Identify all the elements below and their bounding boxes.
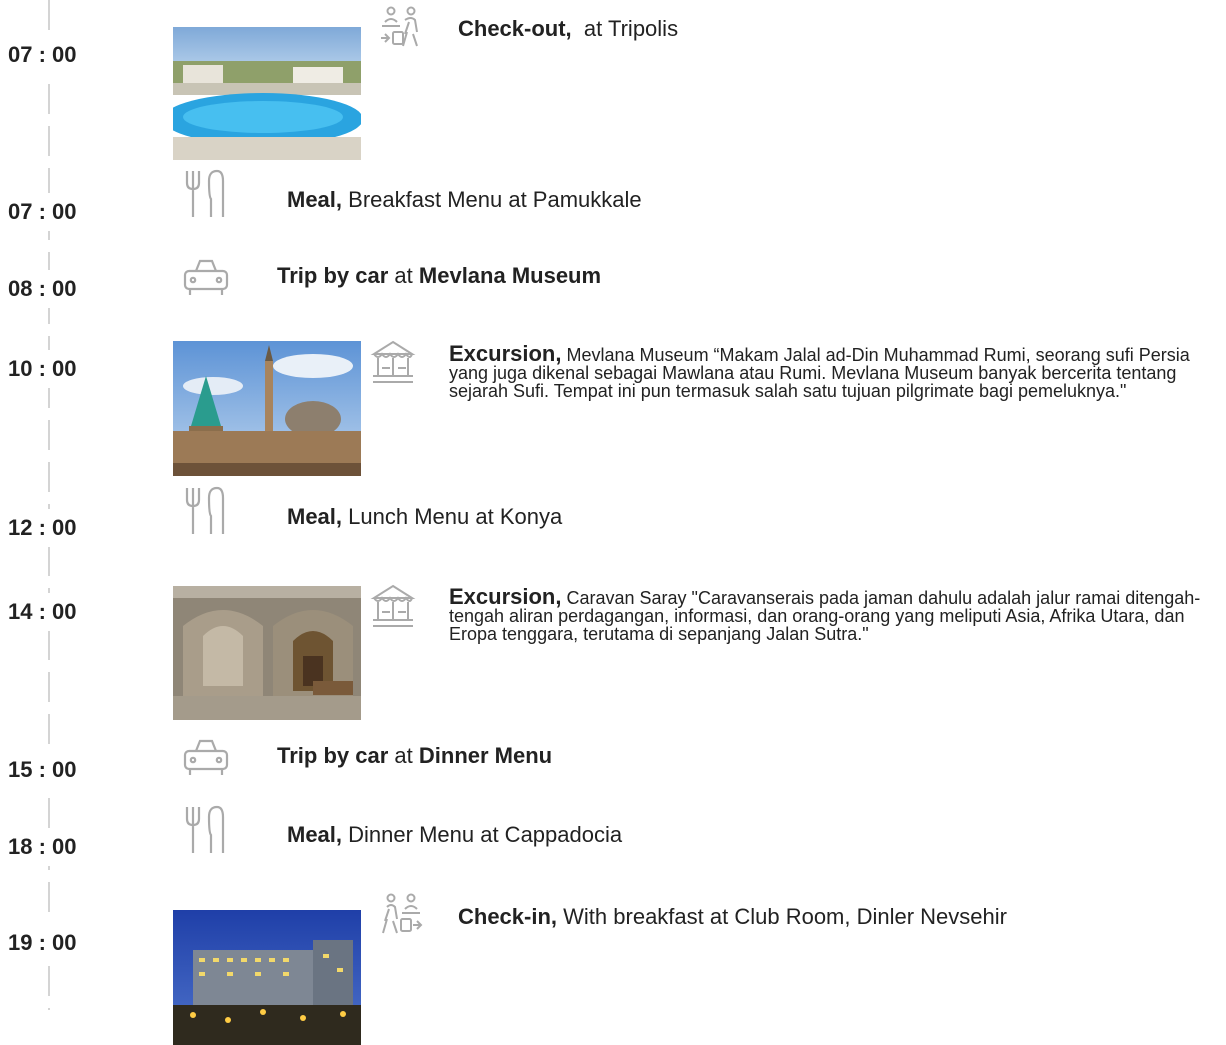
entry-trip-dinner: Trip by car at Dinner Menu	[277, 743, 553, 768]
check-in-icon	[379, 893, 423, 937]
entry-checkin: Check-in, With breakfast at Club Room, D…	[458, 904, 1007, 929]
entry-excursion-mevlana: Excursion, Mevlana Museum “Makam Jalal a…	[449, 341, 1190, 401]
entry-meal-dinner: Meal, Dinner Menu at Cappadocia	[287, 822, 623, 847]
meal-icon	[183, 169, 229, 219]
entry-meal-breakfast: Meal, Breakfast Menu at Pamukkale	[287, 187, 642, 212]
car-icon	[182, 737, 230, 777]
pool-photo[interactable]	[173, 27, 361, 160]
time-label: 07 : 00	[6, 193, 100, 231]
time-label: 07 : 00	[6, 36, 100, 74]
hotel-photo[interactable]	[173, 910, 361, 1045]
carousel-icon	[370, 584, 416, 628]
meal-icon	[183, 805, 229, 855]
mosque-photo[interactable]	[173, 341, 361, 476]
entry-excursion-caravan: Excursion, Caravan Saray "Caravanserais …	[449, 584, 1201, 644]
entry-meal-lunch: Meal, Lunch Menu at Konya	[287, 504, 563, 529]
check-out-icon	[379, 6, 423, 50]
car-icon	[182, 257, 230, 297]
time-label: 12 : 00	[6, 509, 100, 547]
entry-trip-mevlana: Trip by car at Mevlana Museum	[277, 263, 602, 288]
time-label: 15 : 00	[6, 751, 100, 789]
time-label: 08 : 00	[6, 270, 100, 308]
time-label: 18 : 00	[6, 828, 100, 866]
carousel-icon	[370, 340, 416, 384]
time-label: 10 : 00	[6, 350, 100, 388]
entry-checkout: Check-out, at Tripolis	[458, 16, 679, 41]
time-label: 19 : 00	[6, 924, 100, 962]
meal-icon	[183, 486, 229, 536]
caravanserai-photo[interactable]	[173, 586, 361, 720]
time-label: 14 : 00	[6, 593, 100, 631]
